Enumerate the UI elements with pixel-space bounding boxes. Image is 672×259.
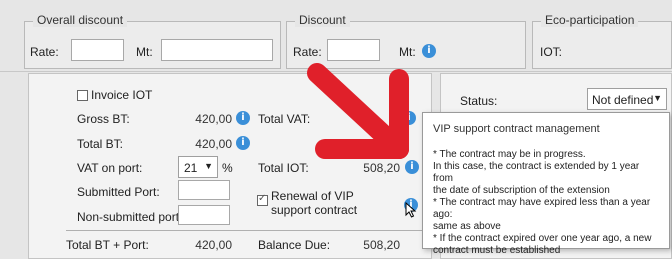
info-icon[interactable]: i (236, 111, 250, 125)
non-submitted-port-label: Non-submitted port: (77, 210, 183, 224)
overall-rate-label: Rate: (30, 45, 59, 59)
status-select[interactable]: Not defined ▼ (587, 88, 667, 110)
mouse-pointer-icon (405, 202, 417, 218)
non-submitted-port-input[interactable] (178, 205, 230, 225)
eco-participation-legend: Eco-participation (541, 13, 639, 27)
total-bt-value: 420,00 (195, 137, 232, 151)
total-bt-port-label: Total BT + Port: (66, 238, 149, 252)
invoice-iot-checkbox[interactable] (77, 90, 88, 101)
chevron-down-icon: ▼ (653, 93, 662, 103)
total-bt-port-value: 420,00 (195, 238, 232, 252)
tooltip-body: * The contract may be in progress. In th… (433, 149, 659, 257)
overall-rate-input[interactable] (71, 39, 124, 61)
invoice-iot-label: Invoice IOT (91, 88, 153, 102)
balance-due-label: Balance Due: (258, 238, 331, 252)
gross-bt-value: 420,00 (195, 112, 232, 126)
submitted-port-input[interactable] (178, 180, 230, 200)
tooltip-line: * The contract may be in progress. (433, 149, 586, 160)
gross-bt-label: Gross BT: (77, 112, 130, 126)
vat-on-port-value: 21 (184, 161, 198, 175)
tooltip-line: the date of subscription of the extensio… (433, 185, 610, 196)
submitted-port-label: Submitted Port: (77, 185, 160, 199)
overall-mt-input[interactable] (161, 39, 273, 61)
percent-sign: % (222, 161, 233, 175)
red-arrow-icon (307, 63, 409, 159)
eco-iot-label: IOT: (540, 45, 563, 59)
overall-mt-label: Mt: (136, 45, 153, 59)
renewal-vip-label-line2: support contract (271, 203, 358, 217)
total-bt-label: Total BT: (77, 137, 124, 151)
status-label: Status: (460, 94, 498, 108)
tooltip-line: * If the contract expired over one year … (433, 233, 652, 244)
tooltip-line: contract must be established (433, 245, 561, 256)
status-selected-value: Not defined (592, 93, 654, 107)
renewal-vip-label-line1: Renewal of VIP (271, 189, 354, 203)
check-mark-icon: ✓ (258, 193, 267, 204)
chevron-down-icon: ▼ (204, 161, 213, 171)
panel-bottom-rule (66, 230, 430, 231)
overall-discount-legend: Overall discount (33, 13, 128, 27)
tooltip-line: * The contract may have expired less tha… (433, 197, 651, 220)
tooltip-line: same as above (433, 221, 501, 232)
tooltip-line: In this case, the contract is extended b… (433, 161, 640, 184)
vat-on-port-select[interactable]: 21 ▼ (178, 156, 218, 178)
discount-legend: Discount (295, 13, 350, 27)
vat-on-port-label: VAT on port: (77, 161, 143, 175)
tooltip-title: VIP support contract management (433, 123, 600, 135)
vip-support-tooltip: VIP support contract management * The co… (422, 112, 670, 256)
info-icon[interactable]: i (236, 136, 250, 150)
balance-due-value: 508,20 (363, 238, 400, 252)
